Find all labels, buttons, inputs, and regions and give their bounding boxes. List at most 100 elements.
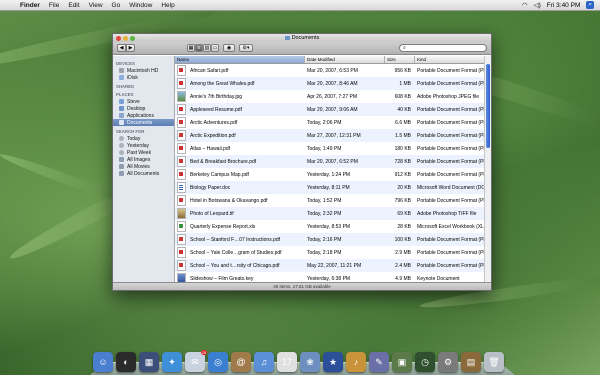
- table-row[interactable]: Arctic Expedition.pdf Mar 27, 2007, 12:31…: [175, 129, 491, 142]
- date-modified-cell: Yesterday, 8:53 PM: [307, 223, 351, 230]
- xcode-icon[interactable]: ✎: [369, 352, 389, 372]
- date-modified-cell: Yesterday, 8:11 PM: [307, 184, 350, 191]
- sidebar-item-desktop[interactable]: Desktop: [113, 105, 174, 112]
- file-name: African Safari.pdf: [190, 67, 229, 74]
- menu-view[interactable]: View: [89, 2, 103, 9]
- spotlight-icon[interactable]: ⌕: [586, 1, 594, 9]
- table-row[interactable]: Arctic Adventures.pdf Today, 2:06 PM 6.6 M…: [175, 116, 491, 129]
- table-row[interactable]: Photo of Leopard.tif Today, 2:32 PM 69 KB A…: [175, 207, 491, 220]
- sidebar-item-applications[interactable]: Applications: [113, 112, 174, 119]
- file-name-cell: African Safari.pdf: [175, 65, 305, 76]
- kind-cell: Microsoft Excel Workbook (XLS): [417, 223, 489, 230]
- list-view-button[interactable]: ≡: [195, 44, 203, 52]
- file-name-cell: School – Yale Colle…gram of Studies.pdf: [175, 247, 305, 258]
- column-view-button[interactable]: ▥: [203, 44, 211, 52]
- safari-icon[interactable]: ✦: [162, 352, 182, 372]
- sidebar-item-label: All Movies: [127, 163, 150, 170]
- vertical-scrollbar[interactable]: [484, 56, 491, 283]
- menu-go[interactable]: Go: [112, 2, 121, 9]
- ical-icon[interactable]: 17: [277, 352, 297, 372]
- table-row[interactable]: African Safari.pdf Mar 20, 2007, 6:53 PM 9…: [175, 64, 491, 77]
- scrollbar-thumb[interactable]: [486, 64, 490, 148]
- table-row[interactable]: School – Stanford F…07 Instructions.pdf T…: [175, 233, 491, 246]
- date-modified-cell: Today, 2:16 PM: [307, 236, 342, 243]
- menu-help[interactable]: Help: [161, 2, 174, 9]
- forward-button[interactable]: ▶: [126, 44, 135, 52]
- close-button[interactable]: [116, 35, 121, 41]
- table-row[interactable]: School – Yale Colle…gram of Studies.pdf T…: [175, 246, 491, 259]
- file-name-cell: Biology Paper.doc: [175, 182, 305, 193]
- sidebar-item-past-week[interactable]: Past Week: [113, 149, 174, 156]
- downloads-icon[interactable]: ▤: [461, 352, 481, 372]
- sidebar-section-search-for: SEARCH FOR: [116, 129, 145, 134]
- doc-file-icon: [177, 182, 186, 193]
- itunes-icon[interactable]: ♫: [254, 352, 274, 372]
- system-prefs-icon[interactable]: ⚙: [438, 352, 458, 372]
- imovie-icon[interactable]: ★: [323, 352, 343, 372]
- timemachine-icon[interactable]: ◷: [415, 352, 435, 372]
- sidebar-item-all-documents[interactable]: All Documents: [113, 170, 174, 177]
- iphoto-icon[interactable]: ❀: [300, 352, 320, 372]
- file-name-cell: Bed & Breakfast Brochure.pdf: [175, 156, 305, 167]
- ichat-icon[interactable]: ◎: [208, 352, 228, 372]
- file-name: Atlas – Hawaii.pdf: [190, 145, 231, 152]
- menu-edit[interactable]: Edit: [68, 2, 79, 9]
- file-name-cell: Annie's 7th Birthday.jpg: [175, 91, 305, 102]
- menu-file[interactable]: File: [49, 2, 59, 9]
- dashboard-icon[interactable]: ◐: [116, 352, 136, 372]
- coverflow-view-button[interactable]: ▭: [211, 44, 219, 52]
- sidebar-item-yesterday[interactable]: Yesterday: [113, 142, 174, 149]
- mail-icon[interactable]: ✉ 28: [185, 350, 207, 372]
- back-button[interactable]: ◀: [117, 44, 126, 52]
- menu-finder[interactable]: Finder: [20, 2, 40, 9]
- action-menu-button[interactable]: ⚙▾: [239, 44, 253, 52]
- file-name-cell: Hotel in Botswana & Okavango.pdf: [175, 195, 305, 206]
- file-name: Slideshow – Film Greats.key: [190, 275, 254, 282]
- sidebar-item-steve[interactable]: Steve: [113, 98, 174, 105]
- table-row[interactable]: Annie's 7th Birthday.jpg Apr 26, 2007, 7:…: [175, 90, 491, 103]
- size-cell: 180 KB: [394, 145, 411, 152]
- address-book-icon[interactable]: @: [231, 352, 251, 372]
- menu-window[interactable]: Window: [129, 2, 152, 9]
- volume-icon[interactable]: ◁): [534, 1, 541, 9]
- search-field[interactable]: ⌕: [399, 44, 487, 52]
- title-bar[interactable]: Documents: [113, 34, 491, 42]
- file-name-cell: School – Stanford F…07 Instructions.pdf: [175, 234, 305, 245]
- date-modified-cell: Today, 1:52 PM: [307, 197, 342, 204]
- table-row[interactable]: Biology Paper.doc Yesterday, 8:11 PM 20 KB…: [175, 181, 491, 194]
- column-header-date-modified[interactable]: Date Modified: [305, 56, 385, 63]
- quicklook-button[interactable]: ◉: [223, 44, 235, 52]
- sidebar-item-all-images[interactable]: All Images: [113, 156, 174, 163]
- view-buttons: ▦ ≡ ▥ ▭: [187, 44, 219, 52]
- garageband-icon[interactable]: ♪: [346, 352, 366, 372]
- table-row[interactable]: Berkeley Campus Map.pdf Yesterday, 1:24 P…: [175, 168, 491, 181]
- table-row[interactable]: Among the Great Whales.pdf Mar 20, 2007, …: [175, 77, 491, 90]
- table-row[interactable]: Atlas – Hawaii.pdf Today, 1:49 PM 180 KB Po…: [175, 142, 491, 155]
- table-row[interactable]: Quarterly Expense Report.xls Yesterday, 8…: [175, 220, 491, 233]
- file-name-cell: Arctic Adventures.pdf: [175, 117, 305, 128]
- pdf-file-icon: [177, 195, 186, 206]
- icon-view-button[interactable]: ▦: [187, 44, 195, 52]
- sidebar-item-macintosh-hd[interactable]: Macintosh HD: [113, 67, 174, 74]
- zoom-button[interactable]: [130, 35, 135, 41]
- table-row[interactable]: Hotel in Botswana & Okavango.pdf Today, 1…: [175, 194, 491, 207]
- wifi-icon[interactable]: ◠: [522, 1, 528, 9]
- column-header-name[interactable]: Name: [175, 56, 305, 63]
- sidebar-item-today[interactable]: Today: [113, 135, 174, 142]
- sidebar-item-idisk[interactable]: iDisk: [113, 74, 174, 81]
- table-row[interactable]: Bed & Breakfast Brochure.pdf Mar 20, 2007…: [175, 155, 491, 168]
- smart-folder-icon: [119, 164, 124, 169]
- spaces-icon[interactable]: ▦: [139, 352, 159, 372]
- preview-icon[interactable]: ▣: [392, 352, 412, 372]
- sidebar-item-documents[interactable]: Documents: [113, 119, 174, 126]
- menu-clock[interactable]: Fri 3:40 PM: [547, 2, 581, 9]
- trash-icon[interactable]: 🗑: [484, 352, 504, 372]
- table-row[interactable]: School – You and t…rsity of Chicago.pdf M…: [175, 259, 491, 272]
- minimize-button[interactable]: [123, 35, 128, 41]
- file-name-cell: Appleseed Resume.pdf: [175, 104, 305, 115]
- sidebar-item-all-movies[interactable]: All Movies: [113, 163, 174, 170]
- finder-icon[interactable]: ☺: [93, 352, 113, 372]
- column-header-kind[interactable]: Kind: [415, 56, 491, 63]
- column-header-size[interactable]: Size: [385, 56, 415, 63]
- table-row[interactable]: Appleseed Resume.pdf Mar 20, 2007, 9:06 A…: [175, 103, 491, 116]
